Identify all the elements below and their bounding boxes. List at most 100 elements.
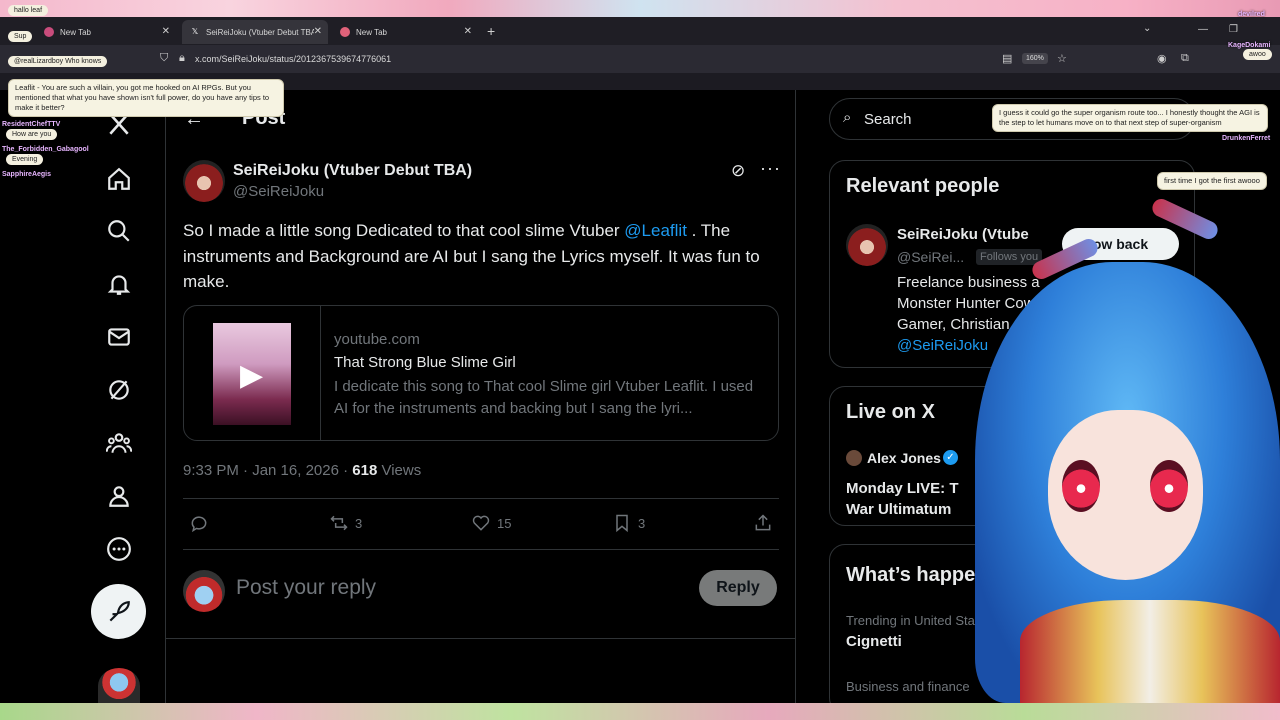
address-bar <box>0 45 1280 73</box>
shield-icon[interactable]: ⛉ <box>160 52 168 65</box>
account-icon[interactable]: ◉ <box>1157 52 1167 65</box>
zoom-level[interactable]: 160% <box>1022 53 1048 64</box>
like-action[interactable]: 15 <box>471 513 511 533</box>
post-text: So I made a little song Dedicated to tha… <box>183 218 783 295</box>
like-count: 15 <box>497 515 512 531</box>
mention-link[interactable]: @Leaflit <box>624 221 687 240</box>
relevant-people-title: Relevant people <box>846 175 1000 197</box>
vtuber-outfit <box>1020 600 1280 703</box>
column-divider <box>795 90 796 703</box>
url-field[interactable]: x.com/SeiReiJoku/status/2012367539674776… <box>195 54 391 64</box>
bookmark-action[interactable]: 3 <box>612 513 645 533</box>
chat-username: SapphireAegis <box>2 171 52 178</box>
chat-callout: Leaflit - You are such a villain, you go… <box>8 79 284 117</box>
relevant-avatar[interactable] <box>846 224 888 266</box>
trend-name[interactable]: Cignetti <box>846 633 902 650</box>
chat-message: Sup <box>8 31 33 42</box>
live-title-line: War Ultimatum <box>846 501 952 518</box>
search-icon: ⌕ <box>843 109 852 126</box>
stream-bottom-banner <box>0 703 1280 720</box>
post-timestamp[interactable]: 9:33 PM · Jan 16, 2026 · <box>183 462 352 479</box>
search-icon[interactable] <box>104 216 134 246</box>
reply-bubble-icon <box>191 516 207 533</box>
grok-icon[interactable] <box>104 375 134 405</box>
trend-category: Business and finance <box>846 679 970 694</box>
divider <box>183 498 779 499</box>
link-preview-card[interactable]: ▶ youtube.com That Strong Blue Slime Gir… <box>183 305 779 441</box>
bookmark-star-icon[interactable]: ☆ <box>1057 52 1067 65</box>
live-title-line: Monday LIVE: T <box>846 480 959 497</box>
close-icon[interactable]: ✕ <box>162 26 170 37</box>
close-icon[interactable]: ✕ <box>314 26 322 37</box>
post-meta: 9:33 PM · Jan 16, 2026 · 618 Views <box>183 462 421 479</box>
chat-message: awoo <box>1243 49 1272 60</box>
browser-tab-2[interactable]: 𝕏 SeiReiJoku (Vtuber Debut TBA) ✕ <box>182 20 328 44</box>
verified-badge-icon: ✓ <box>943 450 958 465</box>
tab-label: SeiReiJoku (Vtuber Debut TBA) <box>206 27 314 37</box>
profile-icon[interactable] <box>104 481 134 511</box>
stream-top-banner <box>0 0 1280 17</box>
new-tab-button[interactable]: + <box>487 23 495 39</box>
relevant-handle[interactable]: @SeiRei... <box>897 249 964 265</box>
divider <box>183 549 779 550</box>
chat-callout: first time I got the first awooo <box>1157 172 1267 190</box>
live-stream-title[interactable]: Monday LIVE: T War Ultimatum <box>846 478 996 520</box>
repost-icon <box>330 515 348 531</box>
chat-username: devilred <box>1238 11 1265 18</box>
browser-tab-1[interactable]: New Tab ✕ <box>36 20 176 44</box>
bookmark-count: 3 <box>638 515 646 531</box>
chat-username: The_Forbidden_Gabagool <box>2 146 89 153</box>
vtuber-eye <box>1150 460 1188 512</box>
card-title: That Strong Blue Slime Girl <box>334 354 516 371</box>
chat-message: hallo leaf <box>8 5 49 16</box>
heart-icon <box>472 515 490 531</box>
more-options-icon[interactable] <box>104 534 134 564</box>
views-count: 618 <box>352 462 378 479</box>
close-icon[interactable]: ✕ <box>464 26 472 37</box>
live-host-name[interactable]: Alex Jones <box>867 450 941 466</box>
card-description: I dedicate this song to That cool Slime … <box>334 378 754 417</box>
relevant-name[interactable]: SeiReiJoku (Vtube <box>897 226 1029 243</box>
post-more-icon[interactable]: ··· <box>760 158 781 179</box>
follows-you-badge: Follows you <box>976 249 1043 265</box>
account-avatar[interactable] <box>98 668 140 704</box>
chat-message: How are you <box>6 129 58 140</box>
divider <box>166 638 795 639</box>
chat-username: ResidentChefTTV <box>2 121 61 128</box>
share-action[interactable] <box>753 513 779 533</box>
x-logo-icon: 𝕏 <box>191 27 199 36</box>
reply-button[interactable]: Reply <box>699 570 777 606</box>
live-on-x-title: Live on X <box>846 401 935 423</box>
browser-tab-bar: New Tab ✕ 𝕏 SeiReiJoku (Vtuber Debut TBA… <box>0 17 1280 45</box>
trend-category: Trending in United States <box>846 613 993 628</box>
card-thumbnail[interactable]: ▶ <box>184 306 321 440</box>
extensions-icon[interactable]: ⧉ <box>1181 52 1189 65</box>
reader-mode-icon[interactable]: ▤ <box>1002 52 1012 65</box>
reply-avatar <box>183 570 225 612</box>
bookmark-icon <box>616 514 628 533</box>
chat-username: DrunkenFerret <box>1222 135 1271 142</box>
messages-envelope-icon[interactable] <box>104 322 134 352</box>
lock-icon: 🔒︎ <box>179 52 185 64</box>
live-host-avatar[interactable] <box>846 450 862 466</box>
grok-explain-icon[interactable]: ⊘ <box>731 161 745 181</box>
author-avatar[interactable] <box>183 160 225 202</box>
compose-post-button[interactable] <box>91 584 146 639</box>
chat-username: KageDokami <box>1228 42 1271 49</box>
reply-action[interactable] <box>189 513 215 533</box>
repost-action[interactable]: 3 <box>329 513 362 533</box>
search-input[interactable]: Search <box>864 111 912 128</box>
restore-button[interactable]: ❐ <box>1229 24 1238 35</box>
firefox-icon <box>44 27 54 37</box>
author-name[interactable]: SeiReiJoku (Vtuber Debut TBA) <box>233 162 472 180</box>
screen: { "browser": { "tabs": [ {"label": "New … <box>0 0 1280 720</box>
chevron-down-icon[interactable]: ⌄ <box>1143 23 1151 34</box>
author-handle[interactable]: @SeiReiJoku <box>233 183 324 200</box>
communities-icon[interactable] <box>104 428 134 458</box>
browser-tab-3[interactable]: New Tab ✕ <box>332 20 478 44</box>
minimize-button[interactable]: — <box>1198 24 1208 35</box>
card-domain: youtube.com <box>334 331 420 348</box>
notifications-bell-icon[interactable] <box>104 269 134 299</box>
home-icon[interactable] <box>104 164 134 194</box>
reply-input[interactable]: Post your reply <box>236 576 376 600</box>
